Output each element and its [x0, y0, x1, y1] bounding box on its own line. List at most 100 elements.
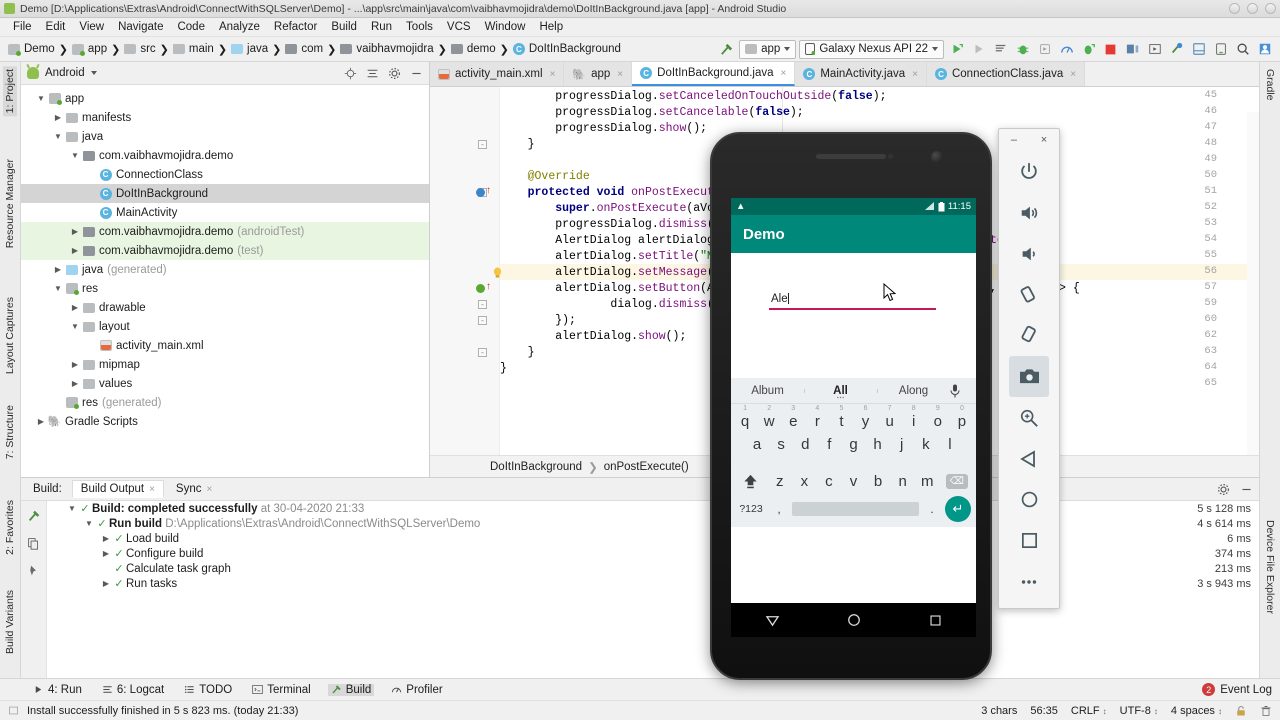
copy-icon[interactable] [27, 537, 40, 550]
menu-item-window[interactable]: Window [478, 19, 533, 35]
key-s[interactable]: s [769, 436, 793, 453]
backspace-key[interactable]: ⌫ [940, 473, 974, 489]
code-line[interactable]: super.onPostExecute(aVoid); [500, 201, 741, 217]
key-m[interactable]: m [915, 473, 940, 490]
search-icon[interactable] [1233, 40, 1252, 59]
build-output-row[interactable]: ✓ Calculate task graph 213 ms [48, 561, 1259, 576]
event-log-button[interactable]: 2 Event Log [1202, 683, 1280, 696]
pin-icon[interactable] [27, 564, 40, 577]
code-line[interactable]: dialog.dismiss(); [500, 297, 727, 313]
suggestion-along[interactable]: Along [877, 385, 950, 397]
sidebar-item-resource-manager[interactable]: Resource Manager [3, 156, 17, 251]
device-selector[interactable]: Galaxy Nexus API 22 [799, 39, 944, 59]
suggestion-album[interactable]: Album [731, 385, 804, 397]
emulator-toolbar[interactable]: – × [998, 128, 1060, 609]
breadcrumb-vaibhavmojidra[interactable]: vaibhavmojidra [336, 43, 437, 55]
key-k[interactable]: k [914, 436, 938, 453]
sidebar-item-project[interactable]: 1: Project [3, 66, 17, 117]
build-output-row[interactable]: ✓Load build 6 ms [48, 531, 1259, 546]
sidebar-item-gradle[interactable]: Gradle [1263, 66, 1277, 104]
menu-bar[interactable]: File Edit View Navigate Code Analyze Ref… [0, 18, 1280, 37]
editor-tab-bar[interactable]: activity_main.xml × 🐘 app × C DoItInBackground… [430, 62, 1259, 87]
chevron-right-icon[interactable] [100, 579, 112, 588]
breadcrumb-java[interactable]: java [227, 43, 272, 55]
chevron-right-icon[interactable] [100, 549, 112, 558]
menu-item-code[interactable]: Code [170, 19, 212, 35]
overview-icon[interactable] [1009, 520, 1049, 561]
close-button[interactable] [1265, 3, 1276, 14]
layout-inspector-button[interactable] [1189, 40, 1208, 59]
chevron-right-icon[interactable] [52, 113, 64, 122]
keyboard-row-3-keys[interactable]: zxcvbnm [767, 473, 939, 490]
close-icon[interactable]: × [550, 69, 556, 80]
chevron-down-icon[interactable] [90, 71, 97, 75]
status-tool-profiler[interactable]: Profiler [388, 684, 445, 696]
key-x[interactable]: x [792, 473, 817, 490]
chevron-down-icon[interactable] [35, 94, 47, 103]
gutter-marker-icon[interactable] [476, 188, 485, 197]
tree-node[interactable]: layout [21, 317, 429, 336]
status-tool-logcat[interactable]: 6: Logcat [99, 684, 167, 696]
gear-icon[interactable] [388, 67, 401, 80]
caret-position[interactable]: 56:35 [1030, 705, 1058, 717]
window-controls[interactable] [1229, 3, 1276, 14]
profiler-button[interactable] [1057, 40, 1076, 59]
tree-node[interactable]: res (generated) [21, 393, 429, 412]
run-with-coverage-button[interactable] [1079, 40, 1098, 59]
maximize-button[interactable] [1247, 3, 1258, 14]
key-n[interactable]: n [890, 473, 915, 490]
app-content[interactable]: Ale [731, 253, 976, 378]
rotate-left-icon[interactable] [1009, 274, 1049, 315]
key-z[interactable]: z [767, 473, 792, 490]
chevron-down-icon[interactable] [69, 151, 81, 160]
project-view-selector[interactable]: Android [45, 67, 85, 79]
status-tool-terminal[interactable]: Terminal [249, 684, 313, 696]
key-w[interactable]: 2w [757, 405, 781, 430]
key-v[interactable]: v [841, 473, 866, 490]
key-y[interactable]: 6y [853, 405, 877, 430]
breadcrumb-app[interactable]: app [68, 43, 111, 56]
tree-node[interactable]: manifests [21, 108, 429, 127]
power-icon[interactable] [1009, 151, 1049, 192]
key-p[interactable]: 0p [950, 405, 974, 430]
file-encoding[interactable]: UTF-8 ↕ [1120, 705, 1158, 717]
tree-node[interactable]: 🐘Gradle Scripts [21, 412, 429, 431]
code-line[interactable]: progressDialog.dismiss(); [500, 217, 728, 233]
symbols-key[interactable]: ?123 [736, 503, 766, 515]
chevron-right-icon[interactable] [69, 360, 81, 369]
code-fold-marker[interactable]: - [478, 300, 487, 309]
editor-tab[interactable]: activity_main.xml × [430, 62, 565, 86]
chevron-right-icon[interactable] [69, 379, 81, 388]
menu-item-build[interactable]: Build [324, 19, 364, 35]
editor-scrollbar[interactable] [1247, 112, 1259, 455]
key-r[interactable]: 4r [805, 405, 829, 430]
close-icon[interactable]: × [1070, 69, 1076, 80]
shift-key[interactable] [733, 473, 767, 490]
comma-key[interactable]: , [770, 502, 788, 516]
chevron-right-icon[interactable] [69, 246, 81, 255]
tree-node[interactable]: com.vaibhavmojidra.demo [21, 146, 429, 165]
recents-button[interactable] [929, 614, 942, 627]
editor-breadcrumb-method[interactable]: onPostExecute() [604, 461, 689, 473]
tree-node[interactable]: res [21, 279, 429, 298]
keyboard-row-4[interactable]: ?123 , . ↵ [733, 496, 974, 522]
lock-icon[interactable] [1235, 705, 1247, 717]
editor-tab[interactable]: C MainActivity.java × [795, 62, 927, 86]
android-keyboard[interactable]: 1q2w3e4r5t6y7u8i9o0p asdfghjkl zxcvbnm ⌫… [731, 404, 976, 527]
code-line[interactable]: }); [500, 313, 576, 329]
indent-setting[interactable]: 4 spaces ↕ [1171, 705, 1222, 717]
minimize-button[interactable] [1229, 3, 1240, 14]
breadcrumb-demo-pkg[interactable]: demo [447, 43, 500, 55]
home-button[interactable] [847, 613, 861, 627]
microphone-icon[interactable] [950, 384, 976, 398]
chevron-right-icon[interactable] [35, 417, 47, 426]
screenshot-icon[interactable] [1009, 356, 1049, 397]
code-line[interactable]: alertDialog.show(); [500, 329, 686, 345]
trash-icon[interactable] [1260, 705, 1272, 717]
breadcrumb-demo[interactable]: Demo [4, 43, 59, 56]
menu-item-run[interactable]: Run [364, 19, 399, 35]
status-tool-run[interactable]: 4: Run [30, 684, 85, 696]
tree-node[interactable]: mipmap [21, 355, 429, 374]
close-icon[interactable]: × [912, 69, 918, 80]
key-u[interactable]: 7u [878, 405, 902, 430]
